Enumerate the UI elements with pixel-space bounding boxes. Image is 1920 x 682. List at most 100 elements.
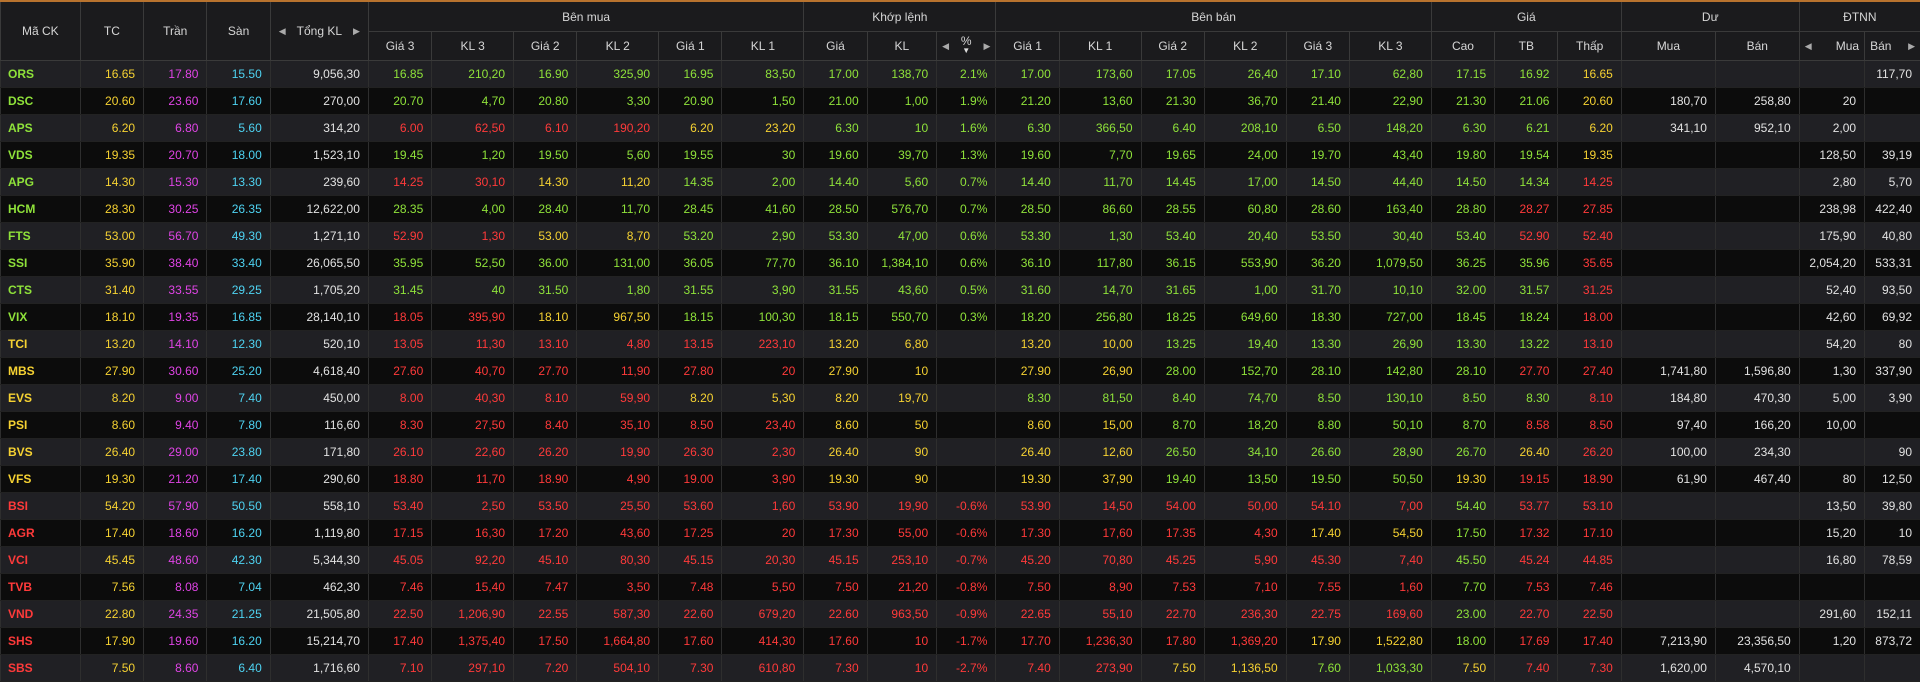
col-buy-vol-3[interactable]: KL 3: [432, 32, 514, 61]
symbol-cell[interactable]: VFS: [1, 466, 81, 493]
sell-price-1-cell: 7.40: [996, 655, 1059, 682]
buy-price-2-cell: 8.10: [514, 385, 577, 412]
col-buy-price-2[interactable]: Giá 2: [514, 32, 577, 61]
caret-left-icon[interactable]: ◀: [279, 26, 286, 37]
symbol-cell[interactable]: BVS: [1, 439, 81, 466]
col-sell-vol-1[interactable]: KL 1: [1059, 32, 1141, 61]
col-foreign-buy[interactable]: ◀ Mua: [1799, 32, 1864, 61]
symbol-cell[interactable]: MBS: [1, 358, 81, 385]
low-price-cell: 44.85: [1558, 547, 1621, 574]
buy-price-2-cell: 7.47: [514, 574, 577, 601]
symbol-cell[interactable]: SSI: [1, 250, 81, 277]
symbol-cell[interactable]: ORS: [1, 61, 81, 88]
table-row[interactable]: HCM28.3030.2526.3512,622,0028.354,0028.4…: [1, 196, 1920, 223]
ref-price-cell: 13.20: [80, 331, 143, 358]
caret-left-icon[interactable]: ◀: [942, 41, 949, 52]
table-row[interactable]: VCI45.4548.6042.305,344,3045.0592,2045.1…: [1, 547, 1920, 574]
col-tran[interactable]: Trần: [144, 1, 207, 61]
buy-vol-2-cell: 11,70: [577, 196, 659, 223]
col-foreign-sell[interactable]: Bán ▶: [1865, 32, 1920, 61]
symbol-cell[interactable]: CTS: [1, 277, 81, 304]
table-row[interactable]: VFS19.3021.2017.40290,6018.8011,7018.904…: [1, 466, 1920, 493]
col-tc[interactable]: TC: [80, 1, 143, 61]
table-row[interactable]: ORS16.6517.8015.509,056,3016.85210,2016.…: [1, 61, 1920, 88]
symbol-cell[interactable]: DSC: [1, 88, 81, 115]
table-row[interactable]: SHS17.9019.6016.2015,214,7017.401,375,40…: [1, 628, 1920, 655]
symbol-cell[interactable]: VND: [1, 601, 81, 628]
sell-price-2-cell: 54.00: [1141, 493, 1204, 520]
col-residual-sell[interactable]: Bán: [1715, 32, 1799, 61]
symbol-cell[interactable]: EVS: [1, 385, 81, 412]
col-sell-price-3[interactable]: Giá 3: [1286, 32, 1349, 61]
col-high[interactable]: Cao: [1431, 32, 1494, 61]
col-buy-vol-1[interactable]: KL 1: [722, 32, 804, 61]
table-row[interactable]: VND22.8024.3521.2521,505,8022.501,206,90…: [1, 601, 1920, 628]
table-row[interactable]: BVS26.4029.0023.80171,8026.1022,6026.201…: [1, 439, 1920, 466]
caret-right-icon[interactable]: ▶: [983, 41, 990, 52]
match-price-cell: 53.90: [804, 493, 867, 520]
col-low[interactable]: Thấp: [1558, 32, 1621, 61]
symbol-cell[interactable]: APS: [1, 115, 81, 142]
avg-price-cell: 19.15: [1495, 466, 1558, 493]
table-row[interactable]: BSI54.2057.9050.50558,1053.402,5053.5025…: [1, 493, 1920, 520]
table-row[interactable]: TVB7.568.087.04462,307.4615,407.473,507.…: [1, 574, 1920, 601]
col-sell-vol-3[interactable]: KL 3: [1349, 32, 1431, 61]
ref-price-cell: 53.00: [80, 223, 143, 250]
col-ma-ck[interactable]: Mã CK: [1, 1, 81, 61]
table-row[interactable]: SBS7.508.606.401,716,607.10297,107.20504…: [1, 655, 1920, 682]
symbol-cell[interactable]: VIX: [1, 304, 81, 331]
symbol-cell[interactable]: SBS: [1, 655, 81, 682]
col-match-price[interactable]: Giá: [804, 32, 867, 61]
table-row[interactable]: VDS19.3520.7018.001,523,1019.451,2019.50…: [1, 142, 1920, 169]
symbol-cell[interactable]: TVB: [1, 574, 81, 601]
caret-right-icon[interactable]: ▶: [1908, 41, 1915, 52]
symbol-cell[interactable]: APG: [1, 169, 81, 196]
symbol-cell[interactable]: AGR: [1, 520, 81, 547]
ref-price-cell: 31.40: [80, 277, 143, 304]
table-row[interactable]: SSI35.9038.4033.4026,065,5035.9552,5036.…: [1, 250, 1920, 277]
table-row[interactable]: VIX18.1019.3516.8528,140,1018.05395,9018…: [1, 304, 1920, 331]
match-vol-cell: 50: [867, 412, 936, 439]
buy-price-3-cell: 19.45: [368, 142, 431, 169]
col-sell-vol-2[interactable]: KL 2: [1204, 32, 1286, 61]
col-residual-buy[interactable]: Mua: [1621, 32, 1715, 61]
col-label: Giá 3: [1303, 39, 1332, 53]
col-match-pct[interactable]: ◀ % ▼ ▶: [937, 32, 996, 61]
total-volume-cell: 1,705,20: [270, 277, 368, 304]
buy-price-1-cell: 26.30: [659, 439, 722, 466]
sort-down-icon[interactable]: ▼: [962, 46, 970, 55]
col-buy-price-1[interactable]: Giá 1: [659, 32, 722, 61]
buy-vol-3-cell: 30,10: [432, 169, 514, 196]
symbol-cell[interactable]: HCM: [1, 196, 81, 223]
table-row[interactable]: PSI8.609.407.80116,608.3027,508.4035,108…: [1, 412, 1920, 439]
symbol-cell[interactable]: VDS: [1, 142, 81, 169]
table-row[interactable]: DSC20.6023.6017.60270,0020.704,7020.803,…: [1, 88, 1920, 115]
caret-left-icon[interactable]: ◀: [1805, 41, 1812, 52]
caret-right-icon[interactable]: ▶: [353, 26, 360, 37]
symbol-cell[interactable]: VCI: [1, 547, 81, 574]
symbol-cell[interactable]: PSI: [1, 412, 81, 439]
col-buy-price-3[interactable]: Giá 3: [368, 32, 431, 61]
col-san[interactable]: Sàn: [207, 1, 270, 61]
table-row[interactable]: AGR17.4018.6016.201,119,8017.1516,3017.2…: [1, 520, 1920, 547]
col-avg[interactable]: TB: [1495, 32, 1558, 61]
sell-price-1-cell: 8.30: [996, 385, 1059, 412]
table-row[interactable]: FTS53.0056.7049.301,271,1052.901,3053.00…: [1, 223, 1920, 250]
symbol-cell[interactable]: FTS: [1, 223, 81, 250]
avg-price-cell: 28.27: [1495, 196, 1558, 223]
col-sell-price-1[interactable]: Giá 1: [996, 32, 1059, 61]
table-row[interactable]: MBS27.9030.6025.204,618,4027.6040,7027.7…: [1, 358, 1920, 385]
table-row[interactable]: CTS31.4033.5529.251,705,2031.454031.501,…: [1, 277, 1920, 304]
col-sell-price-2[interactable]: Giá 2: [1141, 32, 1204, 61]
col-match-vol[interactable]: KL: [867, 32, 936, 61]
col-tong-kl[interactable]: ◀ Tổng KL ▶: [270, 1, 368, 61]
table-row[interactable]: APG14.3015.3013.30239,6014.2530,1014.301…: [1, 169, 1920, 196]
table-row[interactable]: EVS8.209.007.40450,008.0040,308.1059,908…: [1, 385, 1920, 412]
sell-price-1-cell: 53.30: [996, 223, 1059, 250]
col-buy-vol-2[interactable]: KL 2: [577, 32, 659, 61]
symbol-cell[interactable]: TCI: [1, 331, 81, 358]
symbol-cell[interactable]: SHS: [1, 628, 81, 655]
table-row[interactable]: APS6.206.805.60314,206.0062,506.10190,20…: [1, 115, 1920, 142]
symbol-cell[interactable]: BSI: [1, 493, 81, 520]
table-row[interactable]: TCI13.2014.1012.30520,1013.0511,3013.104…: [1, 331, 1920, 358]
